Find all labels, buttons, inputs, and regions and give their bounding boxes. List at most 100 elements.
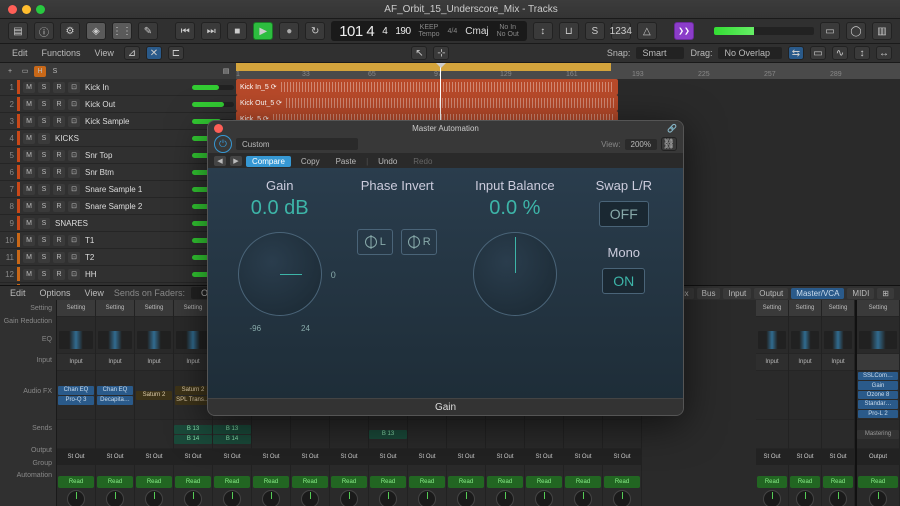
automation-mode[interactable]: Read: [175, 476, 211, 488]
copy-button[interactable]: Copy: [295, 156, 326, 167]
output-slot[interactable]: St Out: [213, 449, 251, 465]
output-slot[interactable]: St Out: [135, 449, 173, 465]
record-enable[interactable]: R: [53, 235, 65, 246]
cycle-region[interactable]: [236, 63, 611, 71]
catch-button[interactable]: ⊏: [168, 46, 184, 60]
eq-thumbnail[interactable]: [789, 327, 821, 354]
link-icon[interactable]: 🔗: [667, 124, 677, 133]
view-menu[interactable]: View: [91, 46, 118, 60]
mute-button[interactable]: M: [23, 184, 35, 195]
record-enable[interactable]: R: [53, 269, 65, 280]
input-monitor[interactable]: ⊡: [68, 184, 80, 195]
eq-thumbnail[interactable]: [756, 327, 788, 354]
solo-button[interactable]: S: [38, 116, 50, 127]
output-slot[interactable]: St Out: [756, 449, 788, 465]
track-row[interactable]: 7 M S R⊡ Snare Sample 1: [0, 181, 236, 198]
play-button[interactable]: ▶: [253, 22, 273, 40]
mute-button[interactable]: M: [23, 201, 35, 212]
pan-knob[interactable]: [525, 489, 563, 506]
pan-knob[interactable]: [408, 489, 446, 506]
mixer-filter-midi[interactable]: MIDI: [847, 288, 874, 299]
track-row[interactable]: 11 M S R⊡ T2: [0, 249, 236, 266]
track-row[interactable]: 4 M S KICKS: [0, 130, 236, 147]
record-enable[interactable]: R: [53, 99, 65, 110]
record-enable[interactable]: R: [53, 82, 65, 93]
automation-mode[interactable]: Read: [136, 476, 172, 488]
solo-button[interactable]: S: [585, 22, 605, 40]
plugin-link-icon[interactable]: ⛓: [661, 137, 677, 151]
pan-knob[interactable]: [369, 489, 407, 506]
mute-button[interactable]: M: [23, 252, 35, 263]
automation-mode[interactable]: Read: [58, 476, 94, 488]
output-slot[interactable]: St Out: [447, 449, 485, 465]
insert-slot[interactable]: SPL Trans…: [175, 396, 211, 405]
eq-thumbnail[interactable]: [57, 327, 95, 354]
plugin-titlebar[interactable]: Master Automation 🔗: [208, 121, 683, 135]
track-row[interactable]: 3 M S R⊡ Kick Sample: [0, 113, 236, 130]
compare-button[interactable]: Compare: [246, 156, 291, 167]
output-slot[interactable]: St Out: [369, 449, 407, 465]
insert-slot[interactable]: Standar…: [858, 400, 898, 408]
record-enable[interactable]: R: [53, 252, 65, 263]
flex-button[interactable]: ✕: [146, 46, 162, 60]
automation-mode[interactable]: Read: [253, 476, 289, 488]
track-row[interactable]: 2 M S R⊡ Kick Out: [0, 96, 236, 113]
zoom-window[interactable]: [36, 5, 45, 14]
inspector-button[interactable]: ⓘ: [34, 22, 54, 40]
notepad-button[interactable]: ▭: [820, 22, 840, 40]
next-preset[interactable]: ▶: [230, 156, 242, 166]
output-slot[interactable]: St Out: [96, 449, 134, 465]
phase-l-button[interactable]: L: [357, 229, 393, 255]
solo-button[interactable]: S: [38, 201, 50, 212]
track-row[interactable]: 1 M S R⊡ Kick In: [0, 79, 236, 96]
drag-value[interactable]: No Overlap: [718, 47, 782, 59]
mute-button[interactable]: M: [23, 82, 35, 93]
eq-thumbnail[interactable]: [96, 327, 134, 354]
pan-knob[interactable]: [291, 489, 329, 506]
input-monitor[interactable]: ⊡: [68, 99, 80, 110]
solo-button[interactable]: S: [38, 218, 50, 229]
channel-strip[interactable]: Setting Input St Out Read AF_19_V…: [822, 300, 855, 506]
gain-knob[interactable]: [238, 232, 322, 316]
pan-knob[interactable]: [756, 489, 788, 506]
pan-knob[interactable]: [96, 489, 134, 506]
audio-region[interactable]: Kick Out_5 ⟳: [236, 95, 618, 111]
replace-button[interactable]: ↕: [533, 22, 553, 40]
pan-knob[interactable]: [486, 489, 524, 506]
browser-button[interactable]: ▥: [872, 22, 892, 40]
pan-knob[interactable]: [822, 489, 854, 506]
pan-knob[interactable]: [603, 489, 641, 506]
automation-mode[interactable]: Read: [823, 476, 853, 488]
setting-slot[interactable]: Setting: [57, 300, 95, 317]
mute-button[interactable]: M: [23, 116, 35, 127]
mute-button[interactable]: M: [23, 150, 35, 161]
pan-knob[interactable]: [174, 489, 212, 506]
track-row[interactable]: 10 M S R⊡ T1: [0, 232, 236, 249]
mute-button[interactable]: M: [23, 167, 35, 178]
wait-mode-button[interactable]: ❯❯: [674, 22, 694, 40]
library-button[interactable]: ▤: [8, 22, 28, 40]
rewind-button[interactable]: ⏮: [175, 22, 195, 40]
mixer-options-menu[interactable]: Options: [36, 286, 75, 300]
link-button[interactable]: ⇆: [788, 46, 804, 60]
solo-button[interactable]: S: [38, 184, 50, 195]
automation-mode[interactable]: Read: [526, 476, 562, 488]
minimize-window[interactable]: [22, 5, 31, 14]
automation-mode[interactable]: Read: [565, 476, 601, 488]
output-slot[interactable]: St Out: [252, 449, 290, 465]
cycle-button[interactable]: ↻: [305, 22, 325, 40]
channel-strip[interactable]: Setting Input Chan EQPro-Q 3 St Out Read…: [57, 300, 96, 506]
input-monitor[interactable]: ⊡: [68, 252, 80, 263]
channel-strip[interactable]: Setting Input St Out Read AF_12_V…: [789, 300, 822, 506]
pan-knob[interactable]: [789, 489, 821, 506]
insert-slot[interactable]: Pro-Q 3: [58, 396, 94, 405]
input-slot[interactable]: Input: [789, 354, 821, 371]
stop-button[interactable]: ■: [227, 22, 247, 40]
output-slot[interactable]: St Out: [486, 449, 524, 465]
output-slot[interactable]: St Out: [291, 449, 329, 465]
eq-thumbnail[interactable]: [135, 327, 173, 354]
add-track-button[interactable]: +: [4, 66, 16, 77]
eq-thumbnail[interactable]: [822, 327, 854, 354]
lcd-display[interactable]: 101 4 4 190 KEEPTempo 4/4 Cmaj No InNo O…: [331, 21, 527, 41]
solo-button[interactable]: S: [38, 150, 50, 161]
